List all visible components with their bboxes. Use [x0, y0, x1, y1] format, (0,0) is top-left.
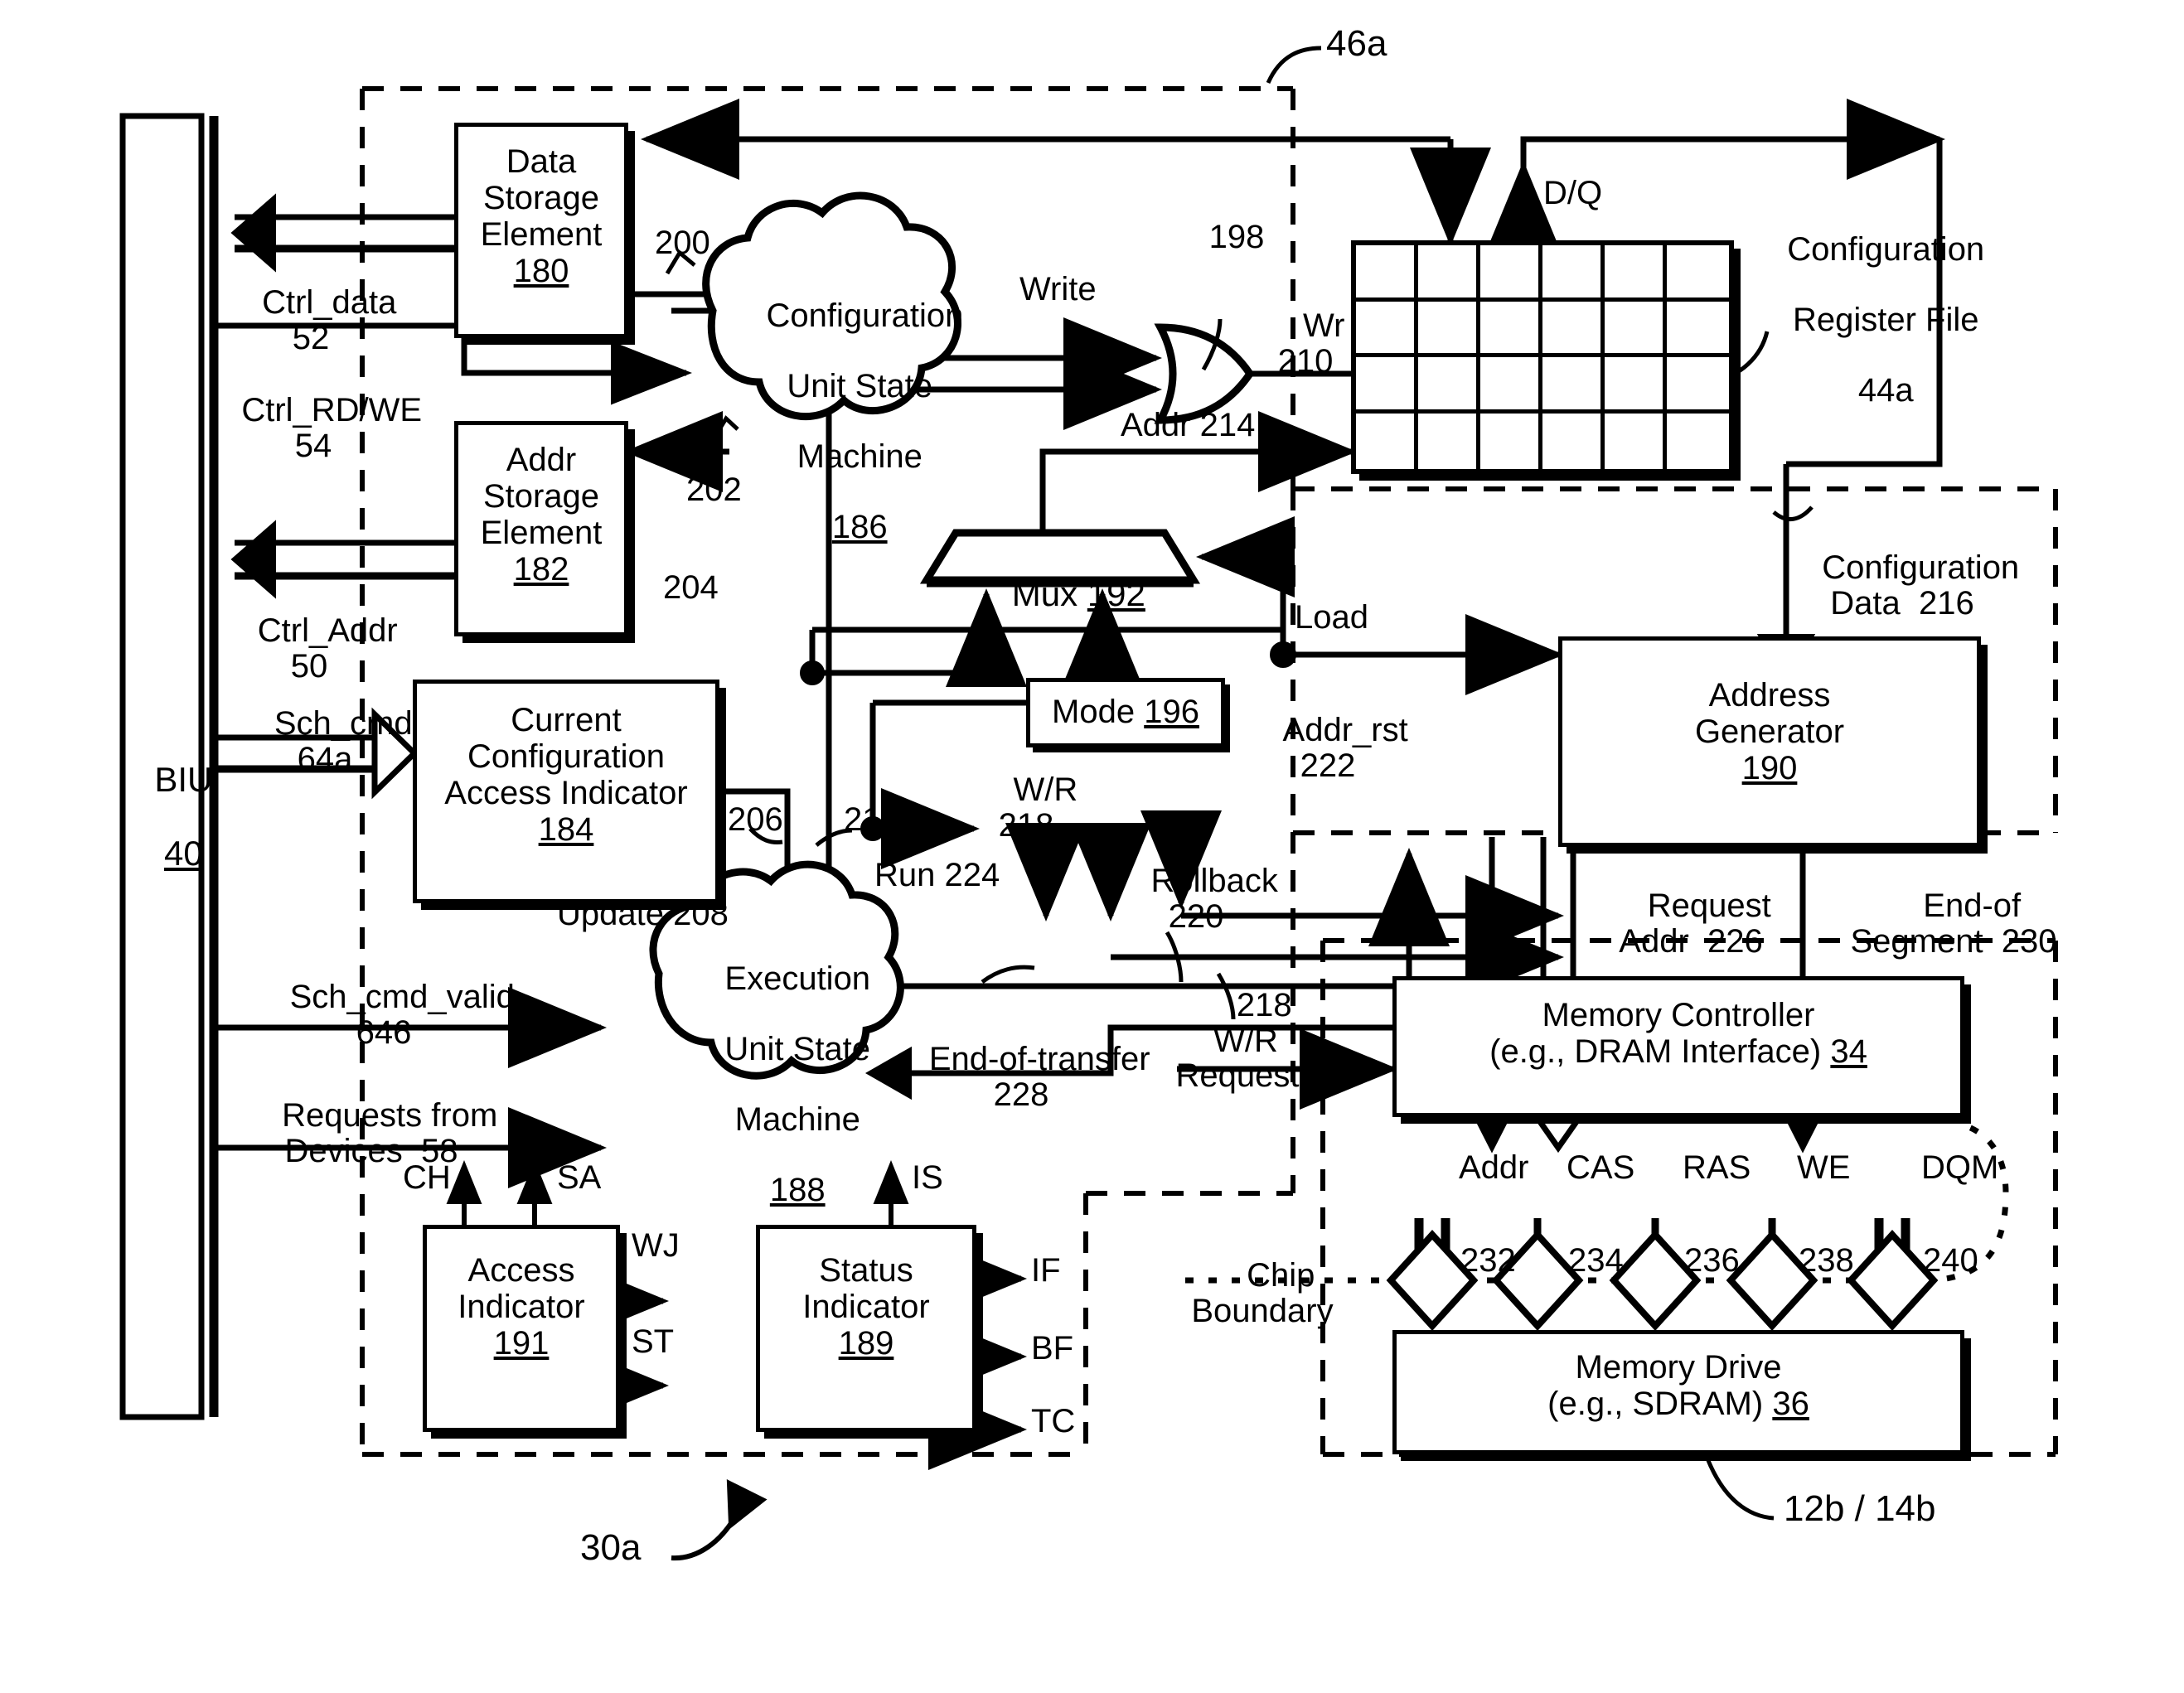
- register-file-cell[interactable]: [1418, 301, 1480, 357]
- or-gate-ref-label: 198: [1208, 219, 1265, 255]
- address-generator-label: Address Generator 190: [1694, 677, 1845, 786]
- register-file-cell[interactable]: [1418, 357, 1480, 414]
- register-file-cell[interactable]: [1542, 357, 1605, 414]
- current-configuration-access-indicator-label: Current Configuration Access Indicator 1…: [444, 702, 688, 848]
- memory-drive-box[interactable]: Memory Drive (e.g., SDRAM) 36: [1392, 1330, 1964, 1454]
- register-file-cell[interactable]: [1418, 245, 1480, 302]
- register-file-cell[interactable]: [1542, 301, 1605, 357]
- data-storage-element-label: Data Storage Element 180: [480, 143, 603, 289]
- mem-output-addr-ref: 232: [1460, 1242, 1516, 1279]
- data-storage-element-box[interactable]: Data Storage Element 180: [454, 123, 628, 338]
- register-file-cell[interactable]: [1605, 357, 1667, 414]
- addr-214-label: Addr 214: [1121, 407, 1256, 443]
- sa-label: SA: [557, 1159, 602, 1196]
- load-label: Load: [1295, 599, 1368, 636]
- ref-204-label: 204: [663, 569, 719, 606]
- mem-output-addr-label: Addr: [1459, 1149, 1529, 1186]
- configuration-unit-state-machine-label: Configuration Unit State Machine 186: [766, 297, 964, 545]
- mem-output-ras-ref: 236: [1684, 1242, 1740, 1279]
- configuration-register-file-grid[interactable]: [1351, 240, 1734, 474]
- mode-label: Mode 196: [1052, 694, 1199, 730]
- mem-output-ras-label: RAS: [1683, 1149, 1751, 1186]
- ch-label: CH: [403, 1159, 451, 1196]
- addr-storage-element-box[interactable]: Addr Storage Element 182: [454, 421, 628, 636]
- st-label: ST: [632, 1323, 675, 1360]
- wr-210-label: Wr 210: [1277, 307, 1345, 380]
- ref-206-label: 206: [728, 801, 783, 838]
- register-file-cell[interactable]: [1480, 357, 1542, 414]
- patent-figure-canvas: BIU 40 Data Storage Element 180 Addr Sto…: [0, 0, 2184, 1693]
- configuration-register-file-label: Configuration Register File 44a: [1787, 231, 1985, 409]
- mem-output-dqm-label: DQM: [1921, 1149, 1999, 1186]
- ref-200-label: 200: [655, 225, 710, 261]
- access-indicator-box[interactable]: Access Indicator 191: [423, 1225, 620, 1432]
- mem-output-we-ref: 238: [1799, 1242, 1854, 1279]
- tc-label: TC: [1031, 1403, 1076, 1439]
- register-file-cell[interactable]: [1542, 413, 1605, 469]
- register-file-cell[interactable]: [1480, 245, 1542, 302]
- if-label: IF: [1031, 1252, 1061, 1289]
- request-addr-226-label: Request Addr 226: [1619, 888, 1771, 960]
- register-file-cell[interactable]: [1418, 413, 1480, 469]
- address-generator-box[interactable]: Address Generator 190: [1558, 636, 1981, 847]
- register-file-cell[interactable]: [1667, 245, 1729, 302]
- memory-controller-box[interactable]: Memory Controller (e.g., DRAM Interface)…: [1392, 976, 1964, 1117]
- register-file-cell[interactable]: [1605, 301, 1667, 357]
- end-of-transfer-label: End-of-transfer 228: [928, 1041, 1150, 1113]
- requests-from-devices-label: Requests from Devices 58: [282, 1097, 498, 1169]
- dq-label: D/Q: [1543, 175, 1603, 211]
- wr-requests-label: 218 W/R Requests: [1175, 987, 1316, 1095]
- status-indicator-label: Status Indicator 189: [802, 1252, 930, 1362]
- ctrl-rdwe-label: Ctrl_RD/WE 54: [241, 392, 423, 464]
- ref-30a-callout: 30a: [580, 1527, 642, 1568]
- register-file-cell[interactable]: [1356, 357, 1418, 414]
- register-file-cell[interactable]: [1356, 413, 1418, 469]
- mem-output-dqm-ref: 240: [1923, 1242, 1978, 1279]
- memory-controller-label: Memory Controller (e.g., DRAM Interface)…: [1489, 997, 1867, 1070]
- register-file-cell[interactable]: [1605, 245, 1667, 302]
- run-224-label: Run 224: [874, 857, 1000, 893]
- mem-output-cas-label: CAS: [1567, 1149, 1635, 1186]
- wj-label: WJ: [632, 1227, 680, 1264]
- sch-cmd-label: Sch_cmd 64a: [274, 705, 413, 777]
- register-file-cell[interactable]: [1480, 413, 1542, 469]
- update-208-label: Update 208: [557, 896, 729, 932]
- mux-label: Mux 192: [1011, 573, 1145, 613]
- register-file-cell[interactable]: [1667, 414, 1729, 470]
- mem-output-we-label: WE: [1797, 1149, 1851, 1186]
- register-file-cell[interactable]: [1605, 413, 1667, 469]
- register-file-cell[interactable]: [1356, 245, 1418, 302]
- addr-rst-label: Addr_rst 222: [1282, 712, 1408, 784]
- addr-storage-element-label: Addr Storage Element 182: [480, 442, 603, 588]
- register-file-cell[interactable]: [1542, 245, 1605, 302]
- biu-label: BIU 40: [154, 759, 213, 873]
- end-of-segment-230-label: End-of Segment 230: [1850, 888, 2057, 960]
- ref-212-label: 212: [844, 801, 899, 838]
- status-indicator-box[interactable]: Status Indicator 189: [756, 1225, 976, 1432]
- register-file-cell[interactable]: [1667, 302, 1729, 357]
- register-file-cell[interactable]: [1667, 357, 1729, 414]
- memory-drive-label: Memory Drive (e.g., SDRAM) 36: [1547, 1349, 1809, 1422]
- bf-label: BF: [1031, 1330, 1074, 1366]
- access-indicator-label: Access Indicator 191: [458, 1252, 585, 1362]
- write-label: Write: [1019, 271, 1097, 307]
- is-label: IS: [912, 1159, 943, 1196]
- current-configuration-access-indicator-box[interactable]: Current Configuration Access Indicator 1…: [413, 680, 719, 903]
- register-file-cell[interactable]: [1480, 301, 1542, 357]
- mem-output-cas-ref: 234: [1568, 1242, 1624, 1279]
- ref-202-label: 202: [686, 472, 742, 508]
- chip-boundary-label: Chip Boundary: [1191, 1257, 1334, 1329]
- configuration-data-216-label: Configuration Data 216: [1822, 549, 2020, 622]
- register-file-cell[interactable]: [1356, 301, 1418, 357]
- rollback-220-label: Rollback 220: [1150, 863, 1278, 935]
- ref-12b-14b-callout: 12b / 14b: [1784, 1488, 1936, 1529]
- execution-unit-state-machine-label: Execution Unit State Machine 188: [724, 960, 871, 1208]
- ref-46a-callout: 46a: [1326, 23, 1387, 64]
